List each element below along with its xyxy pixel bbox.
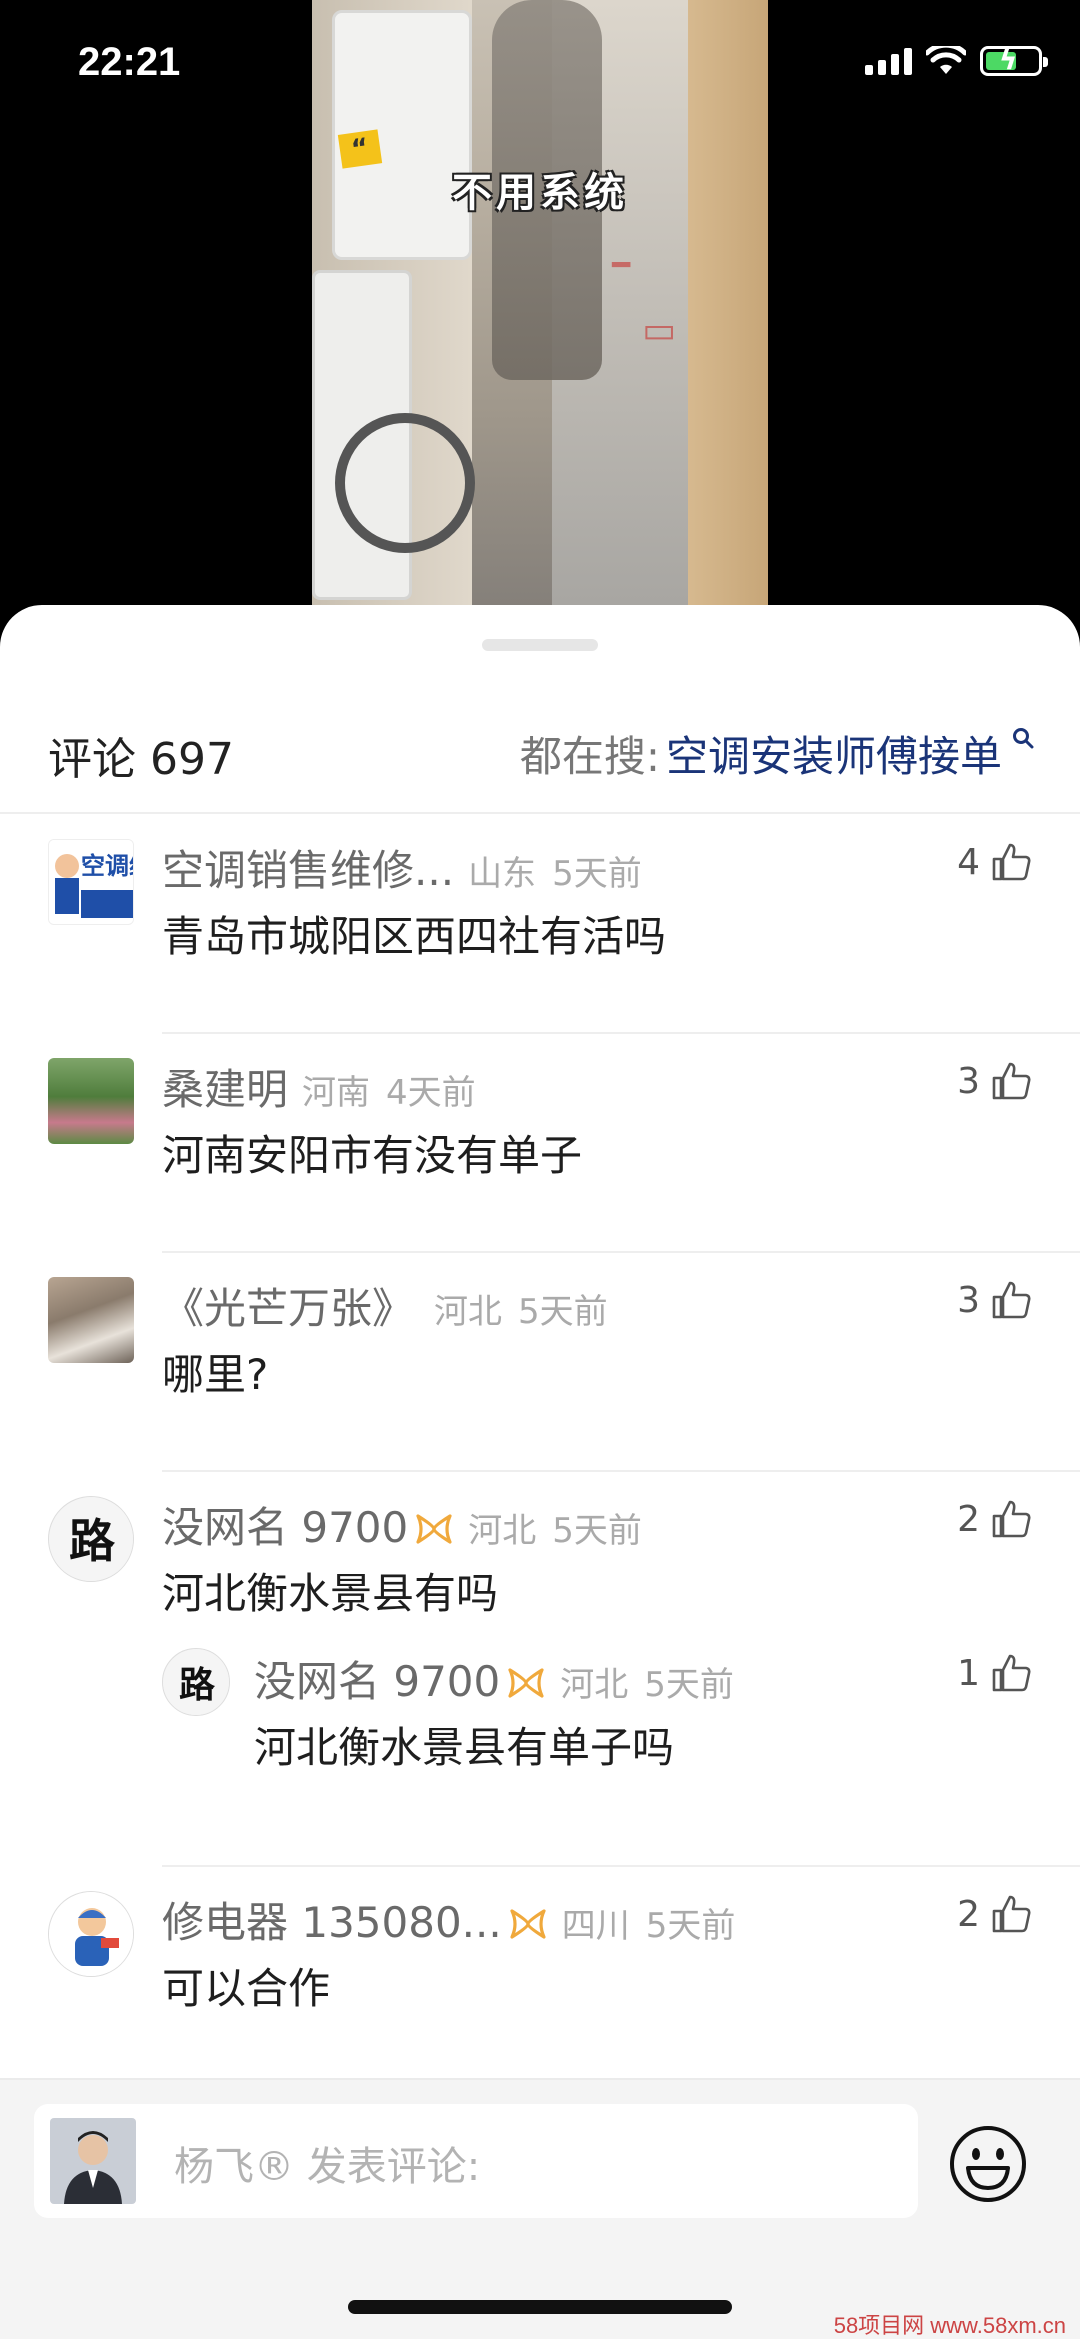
comment-text[interactable]: 青岛市城阳区西四社有活吗 xyxy=(162,903,666,964)
home-indicator[interactable] xyxy=(348,2300,732,2314)
comment-location: 山东 xyxy=(468,854,537,894)
reply-text[interactable]: 河北衡水景县有单子吗 xyxy=(254,1714,674,1775)
comment-input-placeholder[interactable]: 杨飞® 发表评论: xyxy=(174,2134,480,2192)
status-time: 22:21 xyxy=(78,40,181,84)
like-button[interactable]: 3 xyxy=(957,1279,1032,1321)
comment-list: 空调维修 空调销售维修... 山东 5天前 青岛市城阳区西四社有活吗 4 xyxy=(0,815,1080,2086)
comment-text[interactable]: 河南安阳市有没有单子 xyxy=(162,1122,582,1183)
comment-meta: 空调销售维修... 山东 5天前 xyxy=(162,837,642,898)
avatar-text: 路 xyxy=(69,1514,116,1568)
signal-icon xyxy=(865,47,912,75)
like-button[interactable]: 2 xyxy=(957,1893,1032,1935)
comment-text[interactable]: 河北衡水景县有吗 xyxy=(162,1560,498,1621)
avatar[interactable] xyxy=(48,1891,134,1977)
status-icons: ϟ xyxy=(865,45,1048,76)
avatar-text: 空调维修 xyxy=(81,852,134,880)
comment-item: 桑建明 河南 4天前 河南安阳市有没有单子 3 xyxy=(0,1034,1080,1253)
video-red-text-2: ▭ xyxy=(642,310,677,351)
comment-location: 河北 xyxy=(434,1292,503,1332)
comment-text[interactable]: 可以合作 xyxy=(162,1955,330,2016)
reply-author[interactable]: 没网名 9700 xyxy=(254,1648,500,1709)
comment-time: 4天前 xyxy=(386,1073,476,1113)
avatar[interactable]: 路 xyxy=(48,1496,134,1582)
emoji-icon[interactable] xyxy=(948,2124,1028,2204)
like-button[interactable]: 2 xyxy=(957,1498,1032,1540)
reply-avatar[interactable]: 路 xyxy=(162,1648,230,1716)
like-count: 3 xyxy=(957,1279,980,1321)
comment-author[interactable]: 空调销售维修... xyxy=(162,837,454,898)
like-count: 2 xyxy=(957,1498,980,1540)
video-caption: 不用系统 xyxy=(452,170,628,216)
comment-time: 5天前 xyxy=(552,1511,642,1551)
comment-author[interactable]: 修电器 135080... xyxy=(162,1889,502,1950)
avatar[interactable]: 空调维修 xyxy=(48,839,134,925)
like-count: 4 xyxy=(957,841,980,883)
like-count: 1 xyxy=(957,1652,980,1694)
comment-meta: 没网名 9700 河北 5天前 xyxy=(162,1494,642,1555)
vip-badge-icon xyxy=(416,1514,452,1544)
like-count: 2 xyxy=(957,1893,980,1935)
battery-icon: ϟ xyxy=(980,45,1048,76)
current-user-avatar xyxy=(50,2118,136,2204)
like-button[interactable]: 4 xyxy=(957,841,1032,883)
like-icon[interactable] xyxy=(990,1060,1032,1102)
reply-item: 路 没网名 9700 河北 5天前 河北衡水景县有单子吗 1 xyxy=(0,1644,1080,1824)
comment-text[interactable]: 哪里? xyxy=(162,1341,268,1402)
comment-author[interactable]: 桑建明 xyxy=(162,1056,288,1117)
like-button[interactable]: 3 xyxy=(957,1060,1032,1102)
search-prefix: 都在搜: xyxy=(519,732,660,781)
like-button[interactable]: 1 xyxy=(957,1652,1032,1694)
comment-item: 《光芒万张》 河北 5天前 哪里? 3 xyxy=(0,1253,1080,1472)
like-icon[interactable] xyxy=(990,1498,1032,1540)
reply-location: 河北 xyxy=(560,1665,629,1705)
search-term-link[interactable]: 空调安装师傅接单 xyxy=(666,723,1002,784)
comment-time: 5天前 xyxy=(518,1292,608,1332)
search-suggestion[interactable]: 都在搜: 空调安装师傅接单 xyxy=(520,723,1034,784)
comment-item: 路 没网名 9700 河北 5天前 河北衡水景县有吗 2 路 没网名 9700 … xyxy=(0,1472,1080,1867)
status-bar: 22:21 ϟ xyxy=(0,0,1080,130)
comment-location: 河北 xyxy=(468,1511,537,1551)
avatar-text: 路 xyxy=(179,1664,216,1706)
reply-time: 5天前 xyxy=(644,1665,734,1705)
comment-count: 评论 697 xyxy=(48,734,234,785)
comment-meta: 《光芒万张》 河北 5天前 xyxy=(162,1275,608,1336)
avatar[interactable] xyxy=(48,1277,134,1363)
comment-meta: 修电器 135080... 四川 5天前 xyxy=(162,1889,735,1950)
comment-location: 四川 xyxy=(561,1906,630,1946)
comment-item: 空调维修 空调销售维修... 山东 5天前 青岛市城阳区西四社有活吗 4 xyxy=(0,815,1080,1034)
vip-badge-icon xyxy=(508,1668,544,1698)
vip-badge-icon xyxy=(510,1909,546,1939)
comment-time: 5天前 xyxy=(645,1906,736,1946)
comment-location: 河南 xyxy=(302,1073,371,1113)
video-ac-unit-2 xyxy=(312,270,475,600)
like-count: 3 xyxy=(957,1060,980,1102)
sheet-header: 评论 697 都在搜: 空调安装师傅接单 xyxy=(0,605,1080,815)
header-divider xyxy=(0,812,1080,814)
wifi-icon xyxy=(926,46,966,74)
watermark: 58项目网 www.58xm.cn xyxy=(833,2313,1066,2338)
like-icon[interactable] xyxy=(990,1893,1032,1935)
comment-meta: 桑建明 河南 4天前 xyxy=(162,1056,476,1117)
quote-mark-icon: “ xyxy=(337,129,383,169)
video-red-text: ━ xyxy=(612,248,631,283)
comment-time: 5天前 xyxy=(552,854,642,894)
like-icon[interactable] xyxy=(990,1652,1032,1694)
like-icon[interactable] xyxy=(990,1279,1032,1321)
search-icon[interactable] xyxy=(1012,727,1034,749)
comment-author[interactable]: 没网名 9700 xyxy=(162,1494,408,1555)
comment-item: 修电器 135080... 四川 5天前 可以合作 2 xyxy=(0,1867,1080,2086)
like-icon[interactable] xyxy=(990,841,1032,883)
avatar[interactable] xyxy=(48,1058,134,1144)
comment-author[interactable]: 《光芒万张》 xyxy=(162,1275,414,1336)
reply-meta: 没网名 9700 河北 5天前 xyxy=(254,1648,734,1709)
